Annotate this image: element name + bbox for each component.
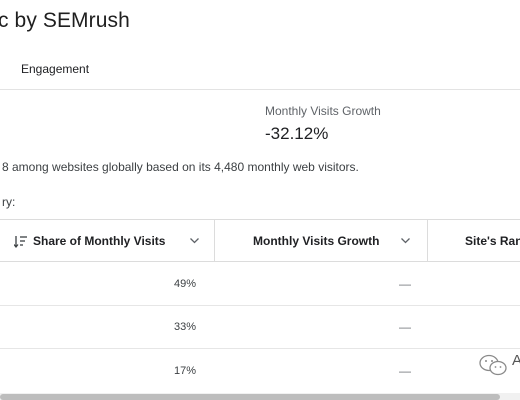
cell-share: 49% [173,277,196,290]
chevron-down-icon[interactable] [401,235,411,247]
column-label-share: Share of Monthly Visits [33,234,166,248]
traffic-table: Share of Monthly Visits Monthly Visits G… [0,219,520,393]
table-row: 33% — [0,306,520,349]
sort-descending-icon[interactable] [14,235,28,248]
table-header: Share of Monthly Visits Monthly Visits G… [0,219,520,262]
tabs-divider [0,89,520,90]
watermark-text: A [512,352,520,369]
rank-description: 8 among websites globally based on its 4… [2,160,359,174]
cell-growth: — [399,320,411,334]
section-label: ry: [2,195,16,209]
column-divider [427,220,428,262]
column-header-growth[interactable]: Monthly Visits Growth [253,220,411,262]
cell-share: 17% [173,364,196,377]
horizontal-scrollbar-thumb[interactable] [0,394,500,400]
column-header-share[interactable]: Share of Monthly Visits [14,220,200,262]
column-label-growth: Monthly Visits Growth [253,234,380,248]
table-row: 17% — [0,349,520,393]
page-title: c by SEMrush [0,9,130,32]
column-label-rank: Site's Rank [465,234,520,248]
monthly-visits-growth-label: Monthly Visits Growth [265,104,381,118]
cell-growth: — [399,276,411,291]
cell-growth: — [399,363,411,378]
column-header-rank[interactable]: Site's Rank [465,220,520,262]
column-divider [214,220,215,262]
chevron-down-icon[interactable] [190,235,200,247]
tab-engagement[interactable]: Engagement [21,62,89,76]
monthly-visits-growth-value: -32.12% [265,124,329,143]
cell-share: 33% [173,321,196,333]
table-row: 49% — [0,262,520,306]
